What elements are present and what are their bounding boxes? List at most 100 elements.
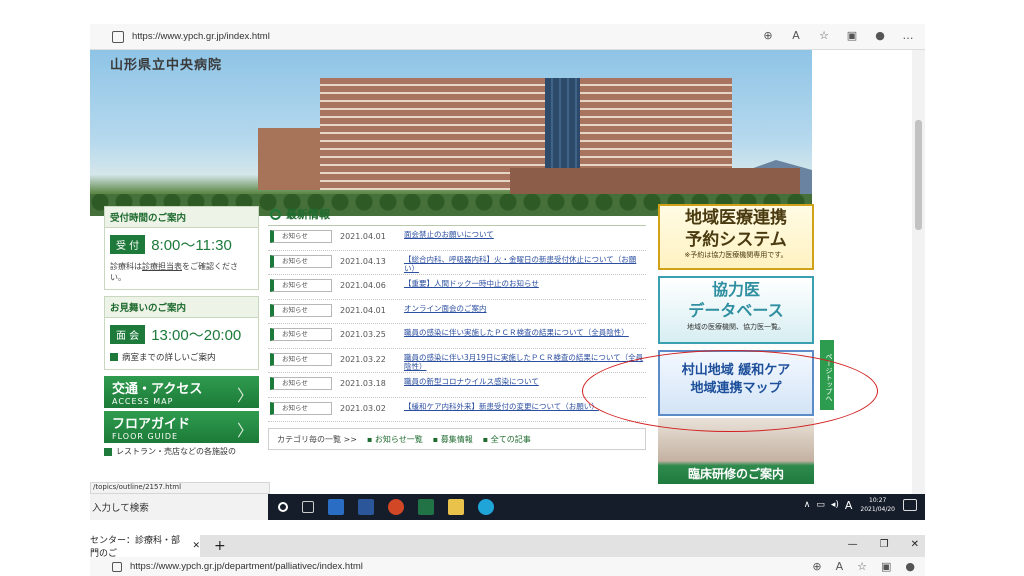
doctor-database-banner[interactable]: 協力医 データベース 地域の医療機関、協力医一覧。 bbox=[658, 276, 814, 344]
chevron-right-icon: 〉 bbox=[236, 386, 253, 406]
square-bullet-icon bbox=[110, 353, 118, 362]
second-window-address-bar[interactable]: https://www.ypch.gr.jp/department/pallia… bbox=[90, 557, 925, 576]
restaurant-link[interactable]: レストラン・売店などの各施設の bbox=[104, 446, 259, 457]
favorites-icon[interactable]: ☆ bbox=[857, 560, 867, 573]
category-link-recruitment[interactable]: ▪ 募集情報 bbox=[433, 434, 473, 445]
reception-time: 8:00～11:30 bbox=[151, 237, 232, 254]
second-window-tab[interactable]: センター：診療科・部門のご ✕ bbox=[90, 533, 200, 559]
news-tag: お知らせ bbox=[270, 328, 332, 341]
news-title-link[interactable]: 【総合内科、呼吸器内科】火・金曜日の新患受付休止について（お願い） bbox=[404, 255, 646, 275]
word-icon[interactable] bbox=[358, 499, 374, 515]
new-tab-icon[interactable]: + bbox=[214, 538, 226, 554]
news-heading: 最新情報 bbox=[268, 206, 646, 226]
second-window-url[interactable]: https://www.ypch.gr.jp/department/pallia… bbox=[130, 561, 363, 572]
more-icon[interactable]: … bbox=[901, 29, 915, 42]
address-bar[interactable]: https://www.ypch.gr.jp/index.html ⊕ A ☆ … bbox=[90, 24, 925, 50]
taskbar-clock[interactable]: 10:27 2021/04/20 bbox=[860, 496, 895, 514]
news-title-link[interactable]: オンライン面会のご案内 bbox=[404, 304, 487, 314]
news-tag: お知らせ bbox=[270, 230, 332, 243]
reservation-banner-line2[interactable]: 予約システム bbox=[660, 228, 812, 250]
database-banner-note[interactable]: 地域の医療機関、協力医一覧。 bbox=[660, 322, 812, 332]
zoom-icon[interactable]: ⊕ bbox=[761, 29, 775, 42]
news-title-link[interactable]: 【緩和ケア内科外来】新患受付の変更について（お願い） bbox=[404, 402, 599, 412]
taskbar-search[interactable]: 入力して検索 bbox=[90, 494, 268, 520]
lock-icon bbox=[112, 30, 124, 43]
news-row[interactable]: お知らせ 2021.04.01 オンライン面会のご案内 bbox=[268, 300, 646, 324]
outlook-icon[interactable] bbox=[328, 499, 344, 515]
category-link-notices-label[interactable]: お知らせ一覧 bbox=[375, 435, 423, 444]
minimize-icon[interactable]: — bbox=[848, 539, 858, 550]
ward-guide-label[interactable]: 病室までの詳しいご案内 bbox=[122, 351, 216, 363]
news-title-link[interactable]: 職員の新型コロナウイルス感染について bbox=[404, 377, 539, 387]
hospital-title[interactable]: 山形県立中央病院 bbox=[110, 54, 222, 73]
news-row[interactable]: お知らせ 2021.04.13 【総合内科、呼吸器内科】火・金曜日の新患受付休止… bbox=[268, 251, 646, 275]
restaurant-label[interactable]: レストラン・売店などの各施設の bbox=[116, 446, 236, 457]
network-icon[interactable]: ▭ bbox=[816, 500, 825, 510]
scrollbar-thumb[interactable] bbox=[915, 120, 922, 230]
news-heading-label: 最新情報 bbox=[286, 208, 330, 221]
ward-guide-link[interactable]: 病室までの詳しいご案内 bbox=[105, 349, 258, 369]
close-window-icon[interactable]: ✕ bbox=[911, 539, 919, 550]
system-tray: ∧ ▭ ◂) A 10:27 2021/04/20 bbox=[804, 496, 917, 514]
schedule-link[interactable]: 診療担当表 bbox=[142, 262, 182, 271]
read-aloud-icon[interactable]: A bbox=[789, 29, 803, 42]
floor-main-label[interactable]: フロアガイド bbox=[112, 413, 251, 432]
reservation-banner-line1[interactable]: 地域医療連携 bbox=[660, 206, 812, 228]
task-view-icon[interactable] bbox=[302, 501, 314, 513]
news-title-link[interactable]: 面会禁止のお願いについて bbox=[404, 230, 494, 240]
chevron-up-icon[interactable]: ∧ bbox=[804, 500, 811, 510]
floor-sub-label[interactable]: FLOOR GUIDE bbox=[112, 432, 251, 441]
reservation-banner-note[interactable]: ※予約は協力医療機関専用です。 bbox=[660, 250, 812, 260]
category-link-recruitment-label[interactable]: 募集情報 bbox=[441, 435, 473, 444]
edge-icon[interactable] bbox=[478, 499, 494, 515]
access-main-label[interactable]: 交通・アクセス bbox=[112, 378, 251, 397]
database-banner-line1[interactable]: 協力医 bbox=[660, 278, 812, 299]
file-explorer-icon[interactable] bbox=[448, 499, 464, 515]
news-date: 2021.03.02 bbox=[340, 403, 386, 413]
favorites-icon[interactable]: ☆ bbox=[817, 29, 831, 42]
visit-box: お見舞いのご案内 面 会 13:00～20:00 病室までの詳しいご案内 bbox=[104, 296, 259, 371]
restore-icon[interactable]: ❐ bbox=[880, 539, 889, 550]
access-sub-label[interactable]: ACCESS MAP bbox=[112, 397, 251, 406]
category-link-all-label[interactable]: 全ての記事 bbox=[491, 435, 531, 444]
notification-icon[interactable] bbox=[903, 499, 917, 511]
collections-icon[interactable]: ▣ bbox=[881, 560, 891, 573]
news-section: 最新情報 お知らせ 2021.04.01 面会禁止のお願いについて お知らせ 2… bbox=[268, 206, 646, 450]
taskbar-main: ∧ ▭ ◂) A 10:27 2021/04/20 bbox=[268, 494, 925, 520]
read-aloud-icon[interactable]: A bbox=[836, 560, 844, 573]
clinical-training-label[interactable]: 臨床研修のご案内 bbox=[658, 465, 814, 482]
floor-guide-button[interactable]: フロアガイド FLOOR GUIDE 〉 bbox=[104, 411, 259, 444]
reception-note-text: 診療科は bbox=[110, 262, 142, 271]
news-row[interactable]: お知らせ 2021.04.06 【重要】人間ドック一時中止のお知らせ bbox=[268, 275, 646, 300]
news-date: 2021.04.06 bbox=[340, 281, 386, 290]
collections-icon[interactable]: ▣ bbox=[845, 29, 859, 42]
second-window-tab-title[interactable]: センター：診療科・部門のご bbox=[90, 533, 186, 559]
category-link-all[interactable]: ▪ 全ての記事 bbox=[483, 434, 531, 445]
zoom-icon[interactable]: ⊕ bbox=[812, 560, 821, 573]
news-row[interactable]: お知らせ 2021.03.22 職員の感染に伴い3月19日に実施したＰＣＲ検査の… bbox=[268, 349, 646, 373]
profile-icon[interactable]: ● bbox=[905, 560, 915, 573]
news-title-link[interactable]: 【重要】人間ドック一時中止のお知らせ bbox=[404, 279, 539, 289]
excel-icon[interactable] bbox=[418, 499, 434, 515]
ime-indicator[interactable]: A bbox=[845, 499, 853, 512]
browser-window: https://www.ypch.gr.jp/index.html ⊕ A ☆ … bbox=[90, 24, 925, 520]
news-tag: お知らせ bbox=[270, 254, 332, 268]
url-text[interactable]: https://www.ypch.gr.jp/index.html bbox=[132, 31, 270, 42]
news-title-link[interactable]: 職員の感染に伴い実施したＰＣＲ検査の結果について（全員陰性） bbox=[404, 328, 629, 338]
access-map-button[interactable]: 交通・アクセス ACCESS MAP 〉 bbox=[104, 376, 259, 409]
category-link-notices[interactable]: ▪ お知らせ一覧 bbox=[367, 434, 423, 445]
page-scrollbar[interactable] bbox=[912, 50, 925, 520]
powerpoint-icon[interactable] bbox=[388, 499, 404, 515]
start-search-icon[interactable] bbox=[278, 502, 288, 512]
news-row[interactable]: お知らせ 2021.03.25 職員の感染に伴い実施したＰＣＲ検査の結果について… bbox=[268, 324, 646, 349]
profile-icon[interactable]: ● bbox=[873, 29, 887, 42]
news-row[interactable]: お知らせ 2021.04.01 面会禁止のお願いについて bbox=[268, 226, 646, 251]
left-column: 受付時間のご案内 受 付 8:00～11:30 診療科は診療担当表をご確認くださ… bbox=[104, 206, 259, 457]
reservation-system-banner[interactable]: 地域医療連携 予約システム ※予約は協力医療機関専用です。 bbox=[658, 204, 814, 270]
visit-time: 13:00～20:00 bbox=[151, 327, 242, 345]
database-banner-line2[interactable]: データベース bbox=[660, 299, 812, 320]
volume-icon[interactable]: ◂) bbox=[831, 500, 839, 510]
news-tag: お知らせ bbox=[270, 303, 332, 317]
close-tab-icon[interactable]: ✕ bbox=[192, 541, 200, 551]
hospital-building-tower-1 bbox=[320, 78, 410, 190]
